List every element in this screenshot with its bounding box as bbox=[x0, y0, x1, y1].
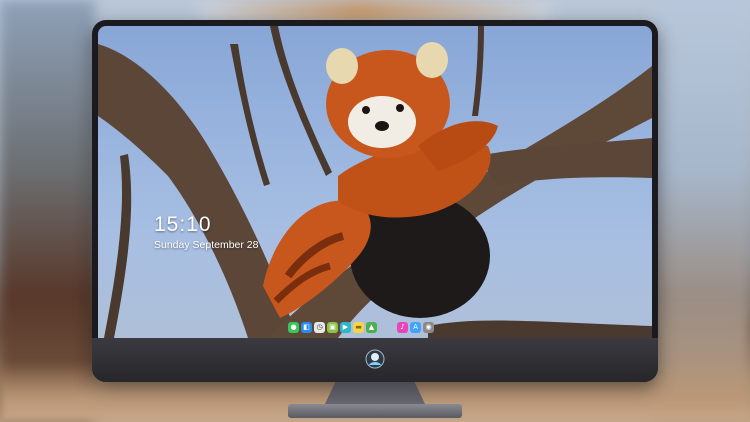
branch-right-thin bbox=[472, 26, 484, 116]
branch-left-thin bbox=[104, 154, 132, 338]
branch-twig-top bbox=[270, 26, 332, 176]
lock-screen-clock: 15:10 Sunday September 28 bbox=[154, 214, 259, 257]
blurred-backdrop-right bbox=[650, 0, 750, 422]
panda-ear-right bbox=[416, 42, 448, 78]
monitor-stand-base bbox=[288, 404, 462, 418]
branch-twig-mid bbox=[230, 44, 270, 186]
notes-icon[interactable]: ▬ bbox=[353, 322, 364, 333]
messages-icon[interactable]: ● bbox=[288, 322, 299, 333]
preview-icon[interactable]: ▣ bbox=[327, 322, 338, 333]
panda-eye-left bbox=[362, 106, 370, 114]
blurred-backdrop-left bbox=[0, 0, 95, 422]
screen-wallpaper: 15:10 Sunday September 28 ● ◧ ◷ ▣ ▶ ▬ ▲ … bbox=[98, 26, 652, 338]
clock-time: 15:10 bbox=[154, 213, 212, 236]
panda-nose bbox=[375, 121, 389, 131]
dock: ● ◧ ◷ ▣ ▶ ▬ ▲ ♪ A ◉ bbox=[288, 320, 468, 335]
camera-icon[interactable]: ◉ bbox=[423, 322, 434, 333]
clock-icon[interactable]: ◷ bbox=[314, 322, 325, 333]
clock-date: Sunday September 28 bbox=[154, 239, 259, 251]
app-store-icon[interactable]: A bbox=[410, 322, 421, 333]
itunes-icon[interactable]: ♪ bbox=[397, 322, 408, 333]
branch-right-lower bbox=[478, 138, 652, 186]
brand-logo-icon bbox=[365, 349, 385, 369]
photos-icon[interactable]: ▲ bbox=[366, 322, 377, 333]
panda-ear-left bbox=[326, 48, 358, 84]
monitor: 15:10 Sunday September 28 ● ◧ ◷ ▣ ▶ ▬ ▲ … bbox=[92, 20, 658, 382]
panda-eye-right bbox=[396, 104, 404, 112]
wallpaper-red-panda bbox=[98, 26, 652, 338]
video-icon[interactable]: ▶ bbox=[340, 322, 351, 333]
finder-icon[interactable]: ◧ bbox=[301, 322, 312, 333]
